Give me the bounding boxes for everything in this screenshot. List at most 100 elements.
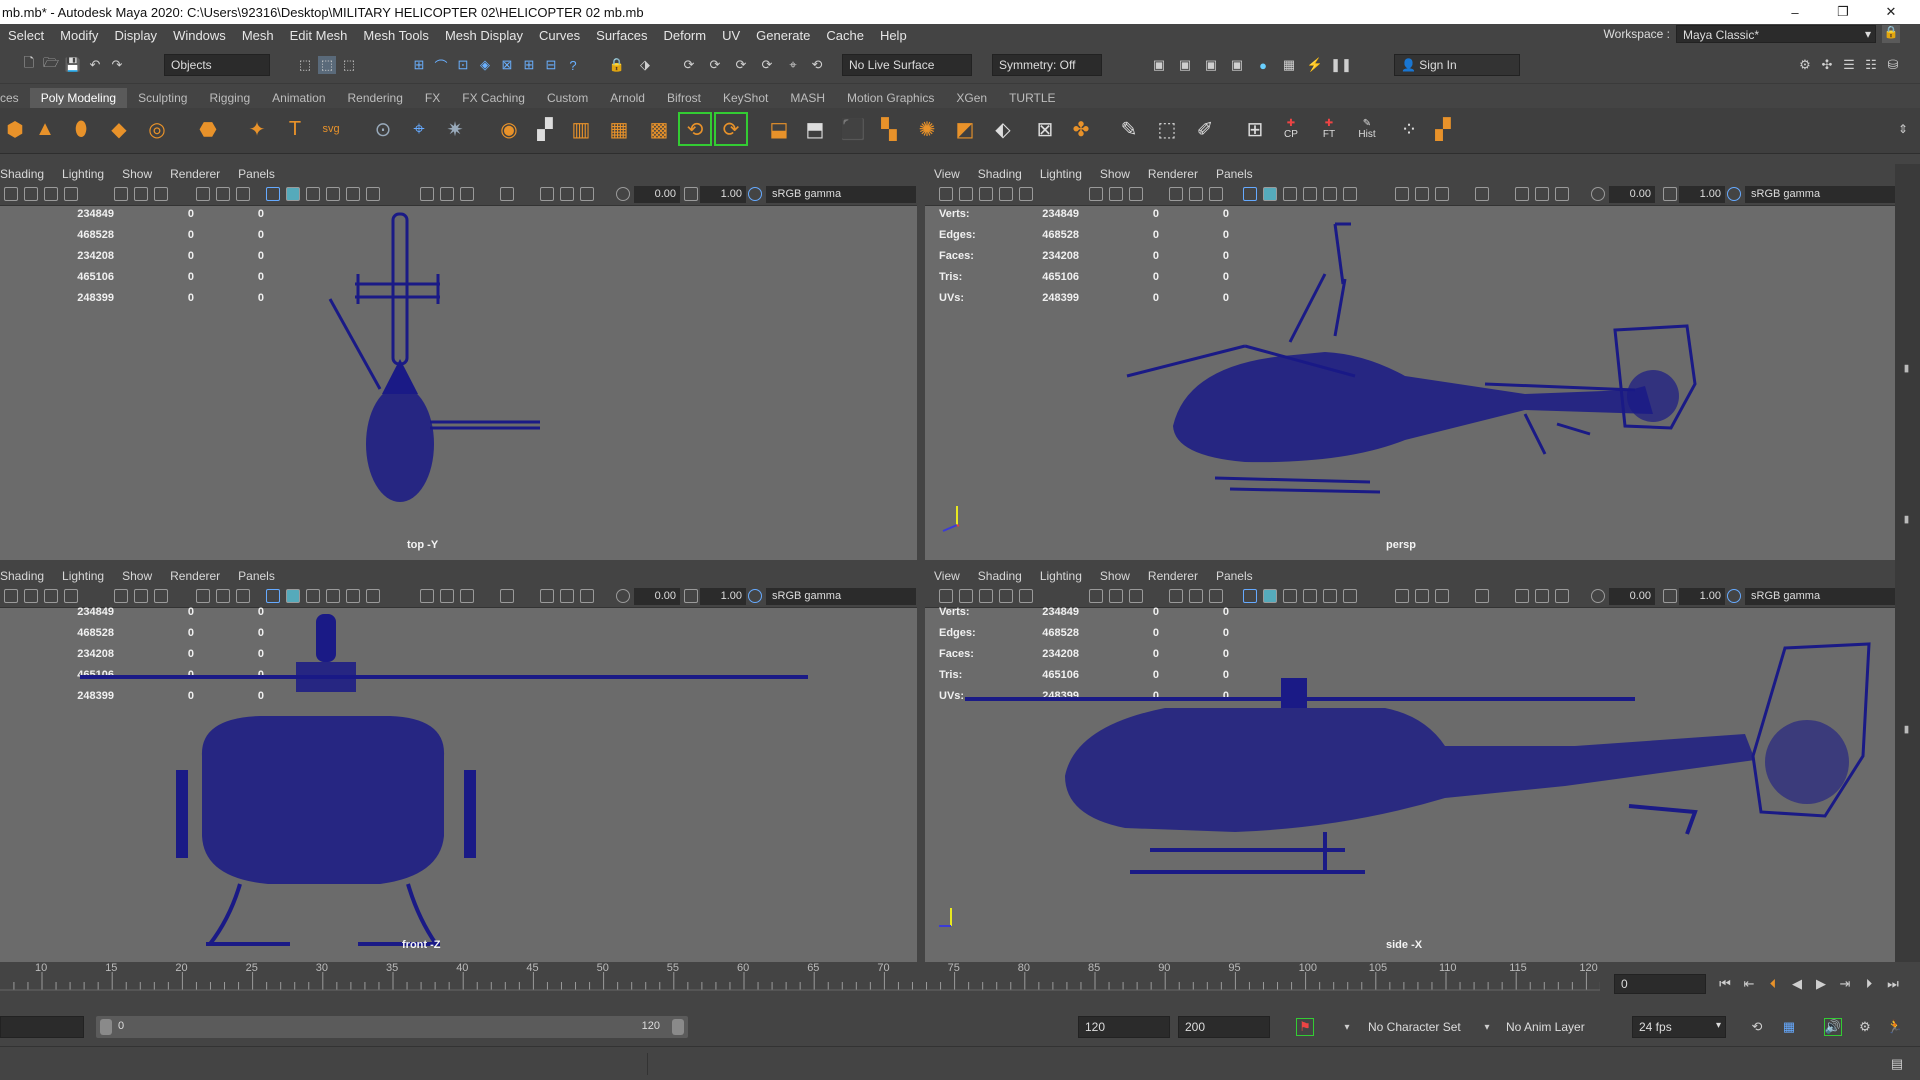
render-setup-icon[interactable]: ▦ [1280,56,1298,74]
character-set-chevron-icon[interactable]: ▾ [1338,1018,1356,1036]
shelf-tab-sculpting[interactable]: Sculpting [127,88,198,108]
append-icon[interactable]: ▚ [874,114,904,144]
shelf-tab-xgen[interactable]: XGen [945,88,998,108]
step-forward-frame-icon[interactable]: ⏵ [1860,975,1878,993]
shelf-tab-curves[interactable]: ces [0,88,30,108]
menu-help[interactable]: Help [872,28,915,43]
multi-cut-icon[interactable]: ✺ [912,114,942,144]
select-component-icon[interactable]: ⬚ [340,56,358,74]
viewport-side[interactable]: View Shading Lighting Show Renderer Pane… [925,566,1895,962]
render-current-icon[interactable]: ▣ [1176,56,1194,74]
smooth-icon[interactable]: ▩ [644,114,674,144]
shelf-tab-fx-caching[interactable]: FX Caching [451,88,536,108]
construction-history-icon[interactable]: ⟳ [680,56,698,74]
menu-mesh[interactable]: Mesh [234,28,282,43]
restore-button[interactable]: ❐ [1820,0,1866,24]
menu-curves[interactable]: Curves [531,28,588,43]
poly-sphere-icon[interactable]: ⬢ [0,114,30,144]
input-ops-icon[interactable]: ⟳ [706,56,724,74]
soft-select-icon[interactable]: ⌖ [404,114,434,144]
shelf-tab-bifrost[interactable]: Bifrost [656,88,712,108]
animation-end-field[interactable]: 120 [1078,1016,1170,1038]
snap-help-icon[interactable]: ? [564,56,582,74]
shelf-tab-animation[interactable]: Animation [261,88,336,108]
boolean-icon[interactable]: ▦ [604,114,634,144]
redo-icon[interactable]: ↷ [108,56,126,74]
modeling-toolkit-tab[interactable]: ▮ [1901,514,1912,525]
symmetry-dropdown[interactable]: Symmetry: Off [992,54,1102,76]
channel-box-icon[interactable]: ⛁ [1884,56,1902,74]
lock-selection-icon[interactable]: 🔒 [608,56,626,74]
cache-playback-icon[interactable]: ▦ [1780,1018,1798,1036]
snap-surface-icon[interactable]: ⊠ [498,56,516,74]
shelf-tab-rigging[interactable]: Rigging [198,88,261,108]
fill-hole-icon[interactable]: ⬛ [838,114,868,144]
minimize-button[interactable]: – [1772,0,1818,24]
uv-editor-icon[interactable]: ⊞ [1240,114,1270,144]
render-view-icon[interactable]: ▣ [1150,56,1168,74]
undo-icon[interactable]: ↶ [86,56,104,74]
scene-start-field[interactable] [0,1016,84,1038]
sphere-object-icon[interactable]: ⊙ [368,114,398,144]
shelf-tab-turtle[interactable]: TURTLE [998,88,1066,108]
channel-box-tab[interactable]: ▮ [1901,194,1912,374]
snap-grid-icon[interactable]: ⊞ [410,56,428,74]
bridge-icon[interactable]: ⟳ [714,112,748,146]
open-scene-icon[interactable]: 🗁 [42,55,60,74]
type-tool-icon[interactable]: T [280,114,310,144]
delete-history-button[interactable]: ✎ Hist [1352,114,1382,144]
snap-live-icon[interactable]: ⊞ [520,56,538,74]
poly-platonic-icon[interactable]: ⬣ [193,114,223,144]
selection-mode-dropdown[interactable]: Objects [164,54,270,76]
anim-layer-chevron-icon[interactable]: ▾ [1478,1018,1496,1036]
shelf-tab-poly-modeling[interactable]: Poly Modeling [29,88,128,108]
shelf-tab-motion-graphics[interactable]: Motion Graphics [836,88,945,108]
menu-deform[interactable]: Deform [655,28,714,43]
viewport-persp[interactable]: View Shading Lighting Show Renderer Pane… [925,164,1895,560]
snap-curve-icon[interactable]: ⌒ [432,56,450,74]
planar-uv-icon[interactable]: ⊠ [1030,114,1060,144]
delete-icon[interactable]: ⁘ [1394,114,1424,144]
target-weld-icon[interactable]: ◩ [950,114,980,144]
animation-preferences-icon[interactable]: ⚙ [1856,1018,1874,1036]
audio-icon[interactable]: 🔊 [1824,1018,1842,1036]
freeze-transforms-button[interactable]: ✚ FT [1314,114,1344,144]
workspace-dropdown[interactable]: Maya Classic* ▾ [1676,25,1876,43]
auto-key-icon[interactable]: ⚑ [1296,1018,1314,1036]
align-icon[interactable]: ▞ [1428,114,1458,144]
time-slider[interactable]: 10 15 20 25 30 35 40 45 50 55 60 65 70 75 80 85 90 95 100 1… [0,962,1920,1002]
combine-icon[interactable]: ◉ [494,114,524,144]
separate-icon[interactable]: ▞ [530,114,560,144]
tool-settings-icon[interactable]: ☷ [1862,56,1880,74]
camera-icon[interactable]: ⟲ [808,56,826,74]
run-icon[interactable]: 🏃 [1886,1018,1904,1036]
menu-windows[interactable]: Windows [165,28,234,43]
history-icon[interactable]: ⟳ [758,56,776,74]
shelf-tab-mash[interactable]: MASH [779,88,836,108]
live-surface-field[interactable]: No Live Surface [842,54,972,76]
scene-end-field[interactable]: 200 [1178,1016,1270,1038]
shelf-tab-keyshot[interactable]: KeyShot [712,88,779,108]
extrude-icon[interactable]: ⬓ [764,114,794,144]
center-pivot-button[interactable]: ✚ CP [1276,114,1306,144]
save-scene-icon[interactable]: 💾 [64,56,82,74]
modeling-toolkit-icon[interactable]: ⚙ [1796,56,1814,74]
playback-range-slider[interactable]: 0 120 [96,1016,688,1038]
viewport-front[interactable]: Shading Lighting Show Renderer Panels 0.… [0,566,917,962]
lock-icon[interactable]: 🔒 [1882,25,1900,43]
mirror-icon[interactable]: ⟲ [678,112,712,146]
menu-surfaces[interactable]: Surfaces [588,28,655,43]
shelf-tab-arnold[interactable]: Arnold [599,88,656,108]
poly-cone-icon[interactable]: ▲ [30,114,60,144]
super-shape-icon[interactable]: ✦ [242,114,272,144]
menu-display[interactable]: Display [106,28,165,43]
anim-layer-dropdown[interactable]: No Anim Layer [1506,1020,1585,1034]
mel-input[interactable] [0,1053,648,1075]
poly-torus-icon[interactable]: ◎ [142,114,172,144]
menu-modify[interactable]: Modify [52,28,106,43]
select-tool-icon[interactable]: ⬚ [1152,114,1182,144]
menu-uv[interactable]: UV [714,28,748,43]
poly-cylinder-icon[interactable]: ⬮ [66,114,96,144]
attribute-editor-tab[interactable]: ▮ [1901,724,1912,735]
connect-icon[interactable]: ⬖ [988,114,1018,144]
